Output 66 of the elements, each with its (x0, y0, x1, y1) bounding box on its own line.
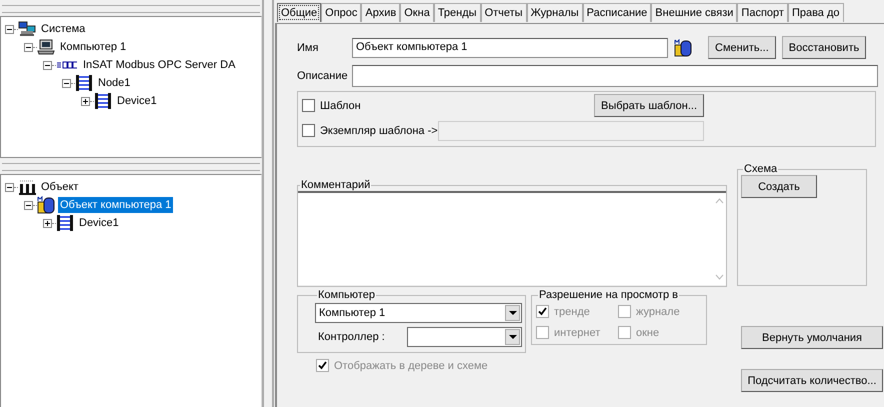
tab[interactable]: Паспорт (737, 3, 788, 22)
template-instance-field[interactable] (438, 120, 704, 140)
change-button[interactable]: Сменить... (708, 36, 776, 59)
tab[interactable]: Права до (788, 3, 844, 22)
group-title: Компьютер (317, 289, 376, 301)
field-label: Контроллер : (318, 331, 385, 343)
field-label: Имя (297, 42, 320, 54)
checkbox[interactable] (302, 99, 315, 112)
collapse-icon[interactable] (43, 60, 52, 70)
description-field[interactable] (352, 65, 878, 87)
tab[interactable]: Расписание (582, 3, 652, 22)
tab[interactable]: Опрос (321, 3, 362, 22)
name-field[interactable]: Объект компьютера 1 (352, 38, 668, 58)
tab[interactable]: Общие (277, 3, 322, 22)
collapse-icon[interactable] (5, 182, 14, 192)
tab[interactable]: Тренды (434, 3, 481, 22)
collapse-icon[interactable] (24, 200, 33, 210)
pane-grip[interactable] (2, 5, 260, 13)
expand-icon[interactable] (81, 96, 90, 106)
tab[interactable]: Отчеты (480, 3, 527, 22)
computer-icon (37, 39, 55, 55)
device-icon (56, 214, 74, 232)
cylinder-icon (37, 196, 55, 214)
checkbox-label: интернет (554, 326, 600, 338)
checkbox-label: Шаблон (320, 100, 361, 112)
tree-item[interactable]: InSAT Modbus OPC Server DA (81, 57, 238, 73)
dropdown-arrow-icon (508, 335, 516, 339)
tree-item[interactable]: Компьютер 1 (58, 39, 128, 55)
restore-defaults-button[interactable]: Вернуть умолчания (741, 326, 883, 349)
restore-button[interactable]: Восстановить (782, 36, 866, 59)
dropdown-field[interactable]: Компьютер 1 (315, 303, 522, 323)
collapse-icon[interactable] (62, 78, 71, 88)
group-title: Схема (743, 163, 778, 175)
select-template-button[interactable]: Выбрать шаблон... (594, 94, 704, 117)
dropdown-arrow-icon (508, 311, 516, 315)
checkbox-label: окне (636, 326, 660, 338)
count-button[interactable]: Подсчитать количество... (741, 369, 883, 392)
tree-item[interactable]: Device1 (77, 215, 121, 231)
field-label: Описание (297, 70, 349, 82)
expand-icon[interactable] (43, 218, 52, 228)
dropdown-field[interactable] (407, 327, 522, 347)
group-title: Разрешение на просмотр в (538, 289, 680, 301)
checkbox[interactable] (302, 124, 315, 137)
checkbox-label: тренде (554, 306, 590, 318)
tree-item[interactable]: Объект (39, 179, 80, 195)
device-icon (94, 92, 112, 110)
tree-item[interactable]: Объект компьютера 1 (58, 197, 174, 213)
columns-icon (18, 178, 36, 196)
checkbox-label: Экземпляр шаблона -> (320, 124, 438, 136)
create-button[interactable]: Создать (741, 175, 817, 198)
cylinder-icon[interactable] (674, 38, 692, 56)
tab[interactable]: Архив (361, 3, 400, 22)
checkbox-label: Отображать в дереве и схеме (334, 360, 488, 372)
collapse-icon[interactable] (5, 24, 14, 34)
collapse-icon[interactable] (24, 42, 33, 52)
tab[interactable]: Окна (400, 3, 434, 22)
tree-item[interactable]: Device1 (115, 93, 159, 109)
network-icon (18, 21, 36, 37)
pane-grip[interactable] (2, 163, 260, 171)
checkbox-label: журнале (636, 306, 680, 318)
tree-item[interactable]: Node1 (96, 75, 132, 91)
tab[interactable]: Внешние связи (651, 3, 738, 22)
tree-item[interactable]: Система (39, 21, 88, 37)
device-icon (75, 74, 93, 92)
tab[interactable]: Журналы (526, 3, 583, 22)
group-title: Комментарий (300, 179, 372, 191)
